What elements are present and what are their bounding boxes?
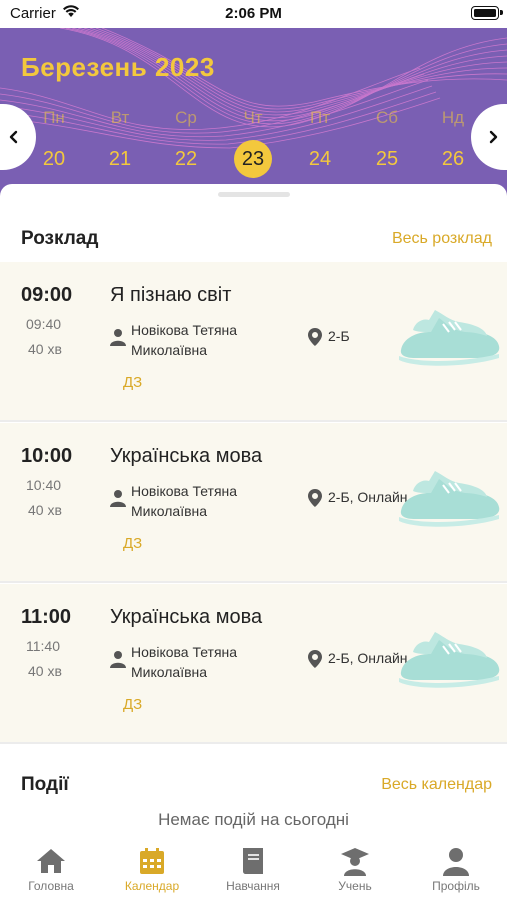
content-sheet: Розклад Весь розклад 09:00 09:40 40 хв Я… <box>0 184 507 900</box>
drag-handle[interactable] <box>218 192 290 197</box>
tab-label: Профіль <box>432 879 480 893</box>
tab-home[interactable]: Головна <box>6 846 96 893</box>
events-title: Події <box>21 774 69 795</box>
events-header: Події Весь календар <box>21 772 492 800</box>
lesson-end-time: 10:40 <box>26 477 62 493</box>
teacher-icon <box>110 489 126 512</box>
tab-label: Календар <box>124 879 180 893</box>
home-icon <box>6 846 96 878</box>
weekday-label: Пн <box>43 108 65 127</box>
weekday-label: Пт <box>309 108 330 127</box>
chevron-left-icon <box>9 130 18 144</box>
weekday-row: Пн Вт Ср Чт Пт Сб Нд <box>0 108 507 128</box>
sneaker-icon <box>395 471 503 540</box>
clock: 2:06 PM <box>225 5 282 22</box>
day-cell[interactable]: 20 <box>35 140 73 178</box>
schedule-title: Розклад <box>21 228 99 249</box>
tab-label: Головна <box>28 879 74 893</box>
tab-student[interactable]: Учень <box>310 846 400 893</box>
weekday-label: Чт <box>243 108 263 127</box>
homework-link[interactable]: ДЗ <box>123 535 142 552</box>
lesson-teacher: Новікова Тетяна Миколаївна <box>131 644 238 680</box>
all-schedule-link[interactable]: Весь розклад <box>392 230 492 248</box>
location-pin-icon <box>308 650 322 673</box>
location-pin-icon <box>308 328 322 351</box>
lesson-subject: Українська мова <box>110 445 263 467</box>
lesson-end-time: 09:40 <box>26 316 62 332</box>
lesson-card[interactable]: 09:00 09:40 40 хв Я пізнаю світ Новікова… <box>0 262 507 422</box>
homework-link[interactable]: ДЗ <box>123 374 142 391</box>
tab-calendar[interactable]: Календар <box>107 846 197 893</box>
homework-link[interactable]: ДЗ <box>123 696 142 713</box>
lesson-duration: 40 хв <box>28 663 62 679</box>
weekday-label: Вт <box>110 108 130 127</box>
sneaker-icon <box>395 632 503 701</box>
lesson-start-time: 10:00 <box>21 445 73 467</box>
day-cell[interactable]: 26 <box>434 140 472 178</box>
day-row: 20 21 22 23 24 25 26 <box>0 140 507 178</box>
no-events-message: Немає подій на сьогодні <box>158 810 349 829</box>
lesson-card[interactable]: 11:00 11:40 40 хв Українська мова Новіко… <box>0 584 507 744</box>
calendar-icon <box>107 846 197 878</box>
day-cell[interactable]: 25 <box>368 140 406 178</box>
day-cell-selected[interactable]: 23 <box>234 140 272 178</box>
lesson-start-time: 09:00 <box>21 284 73 306</box>
chevron-right-icon <box>489 130 498 144</box>
schedule-header: Розклад Весь розклад <box>21 226 492 254</box>
student-icon <box>310 846 400 878</box>
lesson-start-time: 11:00 <box>21 606 72 628</box>
lesson-room: 2-Б <box>328 328 350 344</box>
day-cell[interactable]: 21 <box>101 140 139 178</box>
lesson-card[interactable]: 10:00 10:40 40 хв Українська мова Новіко… <box>0 423 507 583</box>
location-pin-icon <box>308 489 322 512</box>
day-cell[interactable]: 22 <box>167 140 205 178</box>
lesson-duration: 40 хв <box>28 502 62 518</box>
calendar-header: Березень 2023 Пн Вт Ср Чт Пт Сб Нд 20 21… <box>0 28 507 200</box>
lesson-teacher: Новікова Тетяна Миколаївна <box>131 483 238 519</box>
lesson-teacher: Новікова Тетяна Миколаївна <box>131 322 238 358</box>
teacher-icon <box>110 650 126 673</box>
lesson-duration: 40 хв <box>28 341 62 357</box>
weekday-label: Ср <box>175 108 197 127</box>
teacher-icon <box>110 328 126 351</box>
lesson-subject: Я пізнаю світ <box>110 284 232 306</box>
tab-learning[interactable]: Навчання <box>208 846 298 893</box>
weekday-label: Нд <box>441 108 465 127</box>
lesson-subject: Українська мова <box>110 606 263 628</box>
lesson-end-time: 11:40 <box>26 638 60 654</box>
status-bar: Carrier 2:06 PM <box>0 0 507 28</box>
tab-label: Учень <box>338 879 372 893</box>
tab-bar: Головна Календар Навчання Учень Профіль <box>0 840 507 900</box>
month-title: Березень 2023 <box>21 52 215 82</box>
day-cell[interactable]: 24 <box>301 140 339 178</box>
sneaker-icon <box>395 310 503 379</box>
battery-icon <box>471 6 503 20</box>
weekday-label: Сб <box>375 108 398 127</box>
tab-label: Навчання <box>226 879 280 893</box>
profile-icon <box>411 846 501 878</box>
tab-profile[interactable]: Профіль <box>411 846 501 893</box>
book-icon <box>208 846 298 878</box>
all-calendar-link[interactable]: Весь календар <box>381 776 492 794</box>
